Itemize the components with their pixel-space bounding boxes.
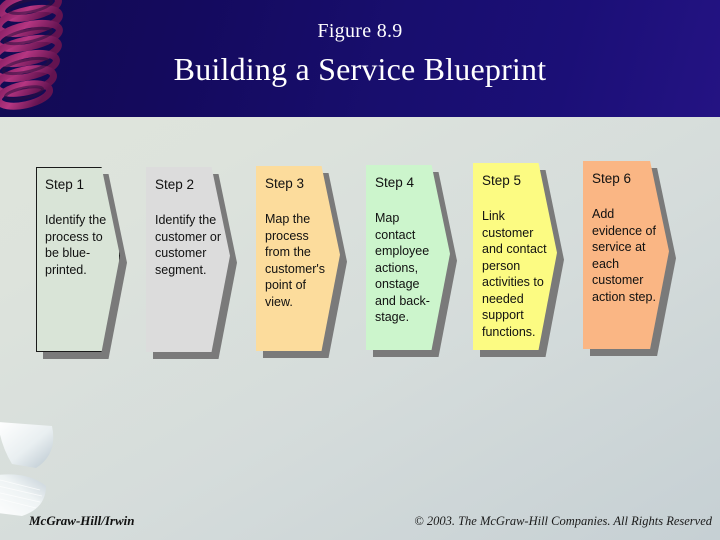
copyright-label: © 2003. The McGraw-Hill Companies. All R…: [414, 514, 712, 528]
step-description: Identify the customer or customer segmen…: [155, 213, 221, 277]
step-label: Step 1: [45, 177, 85, 192]
step-description: Map the process from the customer's poin…: [265, 212, 326, 309]
step-shape-5[interactable]: Step 5 Link customer and contact person …: [473, 163, 564, 357]
step-description: Map contact employee actions, onstage an…: [375, 211, 430, 324]
step-content: Step 3 Map the process from the customer…: [256, 166, 340, 351]
step-shape-4[interactable]: Step 4 Map contact employee actions, ons…: [366, 165, 457, 357]
step-label: Step 5: [482, 173, 522, 188]
step-description: Link customer and contact person activit…: [482, 209, 547, 339]
step-shape-6[interactable]: Step 6 Add evidence of service at each c…: [583, 161, 676, 356]
step-content: Step 1 Identify the process to be blue-p…: [36, 167, 120, 352]
step-shape-2[interactable]: Step 2 Identify the customer or customer…: [146, 167, 237, 359]
step-description: Identify the process to be blue-printed.: [45, 213, 107, 277]
step-label: Step 6: [592, 171, 632, 186]
publisher-label: McGraw-Hill/Irwin: [29, 513, 135, 528]
step-description: Add evidence of service at each customer…: [592, 207, 656, 304]
step-content: Step 2 Identify the customer or customer…: [146, 167, 230, 352]
step-content: Step 5 Link customer and contact person …: [473, 163, 557, 350]
slide-canvas: Figure 8.9 Building a Service Blueprint …: [0, 0, 720, 540]
step-shape-1[interactable]: Step 1 Identify the process to be blue-p…: [36, 167, 127, 359]
step-content: Step 4 Map contact employee actions, ons…: [366, 165, 450, 350]
step-label: Step 3: [265, 176, 305, 191]
step-label: Step 4: [375, 175, 415, 190]
step-content: Step 6 Add evidence of service at each c…: [583, 161, 669, 349]
step-label: Step 2: [155, 177, 195, 192]
step-shape-3[interactable]: Step 3 Map the process from the customer…: [256, 166, 347, 358]
